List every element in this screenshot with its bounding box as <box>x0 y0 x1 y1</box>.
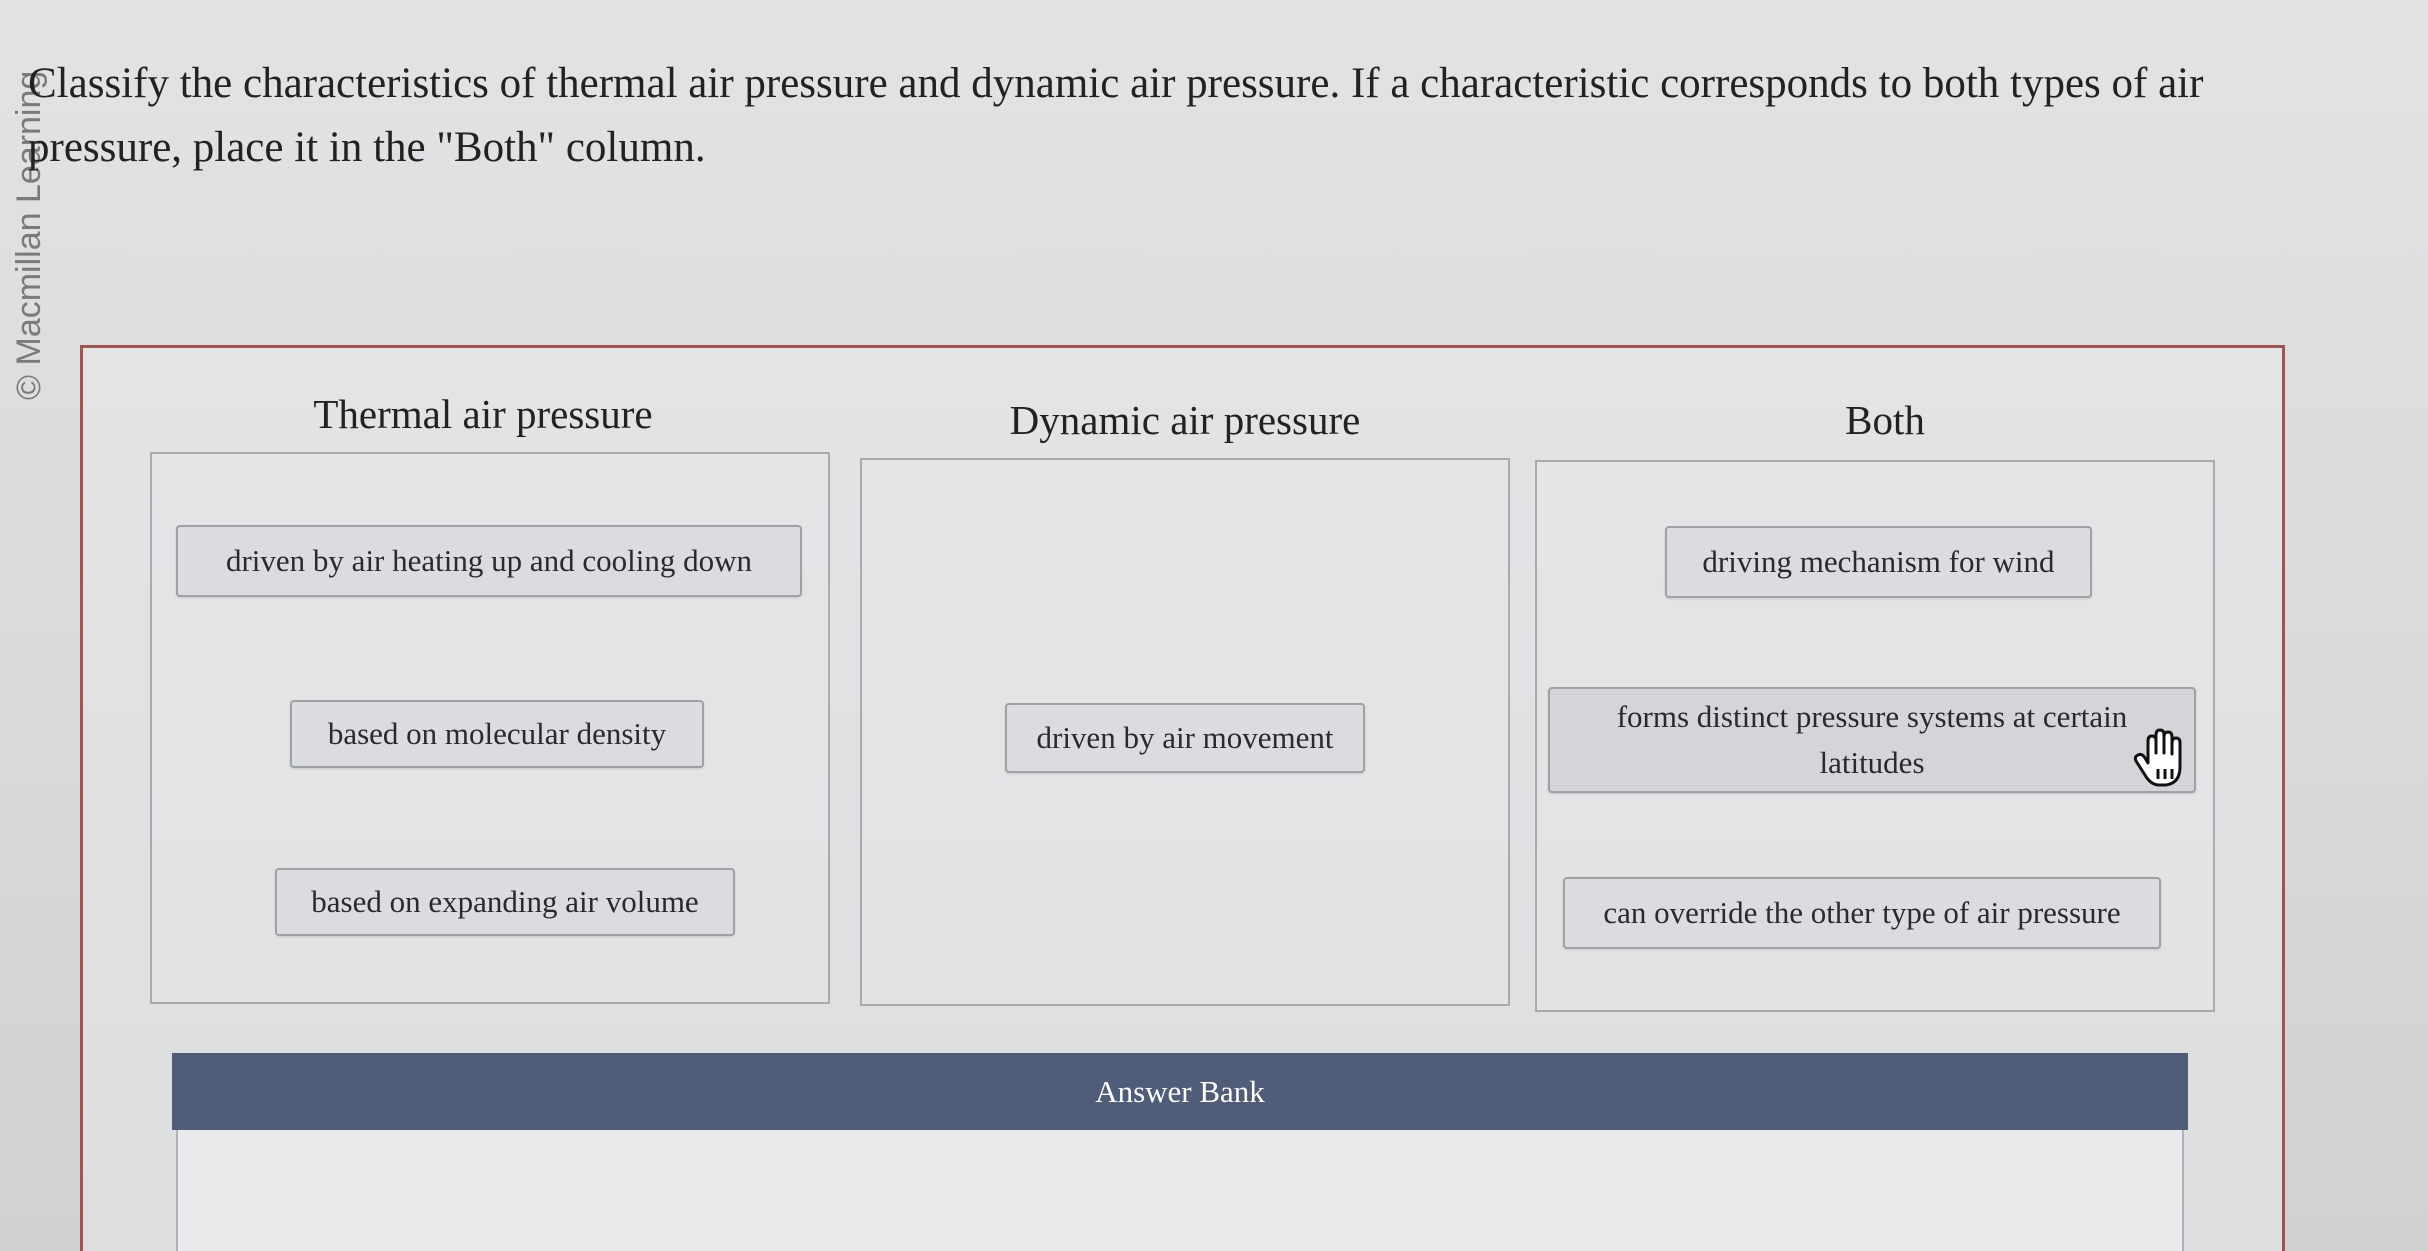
answer-chip[interactable]: based on molecular density <box>290 700 704 768</box>
answer-chip[interactable]: can override the other type of air press… <box>1563 877 2161 949</box>
column-title-both: Both <box>1845 397 1925 443</box>
column-title-dynamic: Dynamic air pressure <box>1009 397 1361 443</box>
question-prompt: Classify the characteristics of thermal … <box>28 60 2204 171</box>
answer-chip[interactable]: driven by air heating up and cooling dow… <box>176 525 802 597</box>
answer-bank-drop-zone[interactable] <box>176 1130 2184 1251</box>
answer-bank-header: Answer Bank <box>172 1053 2188 1130</box>
grab-hand-icon <box>2133 728 2182 787</box>
column-title-thermal: Thermal air pressure <box>313 391 653 437</box>
activity-page: © Macmillan Learning Classify the charac… <box>0 0 2428 1251</box>
answer-chip[interactable]: driving mechanism for wind <box>1665 526 2092 598</box>
answer-chip[interactable]: forms distinct pressure systems at certa… <box>1548 687 2196 793</box>
answer-chip[interactable]: driven by air movement <box>1005 703 1365 773</box>
answer-chip[interactable]: based on expanding air volume <box>275 868 735 936</box>
